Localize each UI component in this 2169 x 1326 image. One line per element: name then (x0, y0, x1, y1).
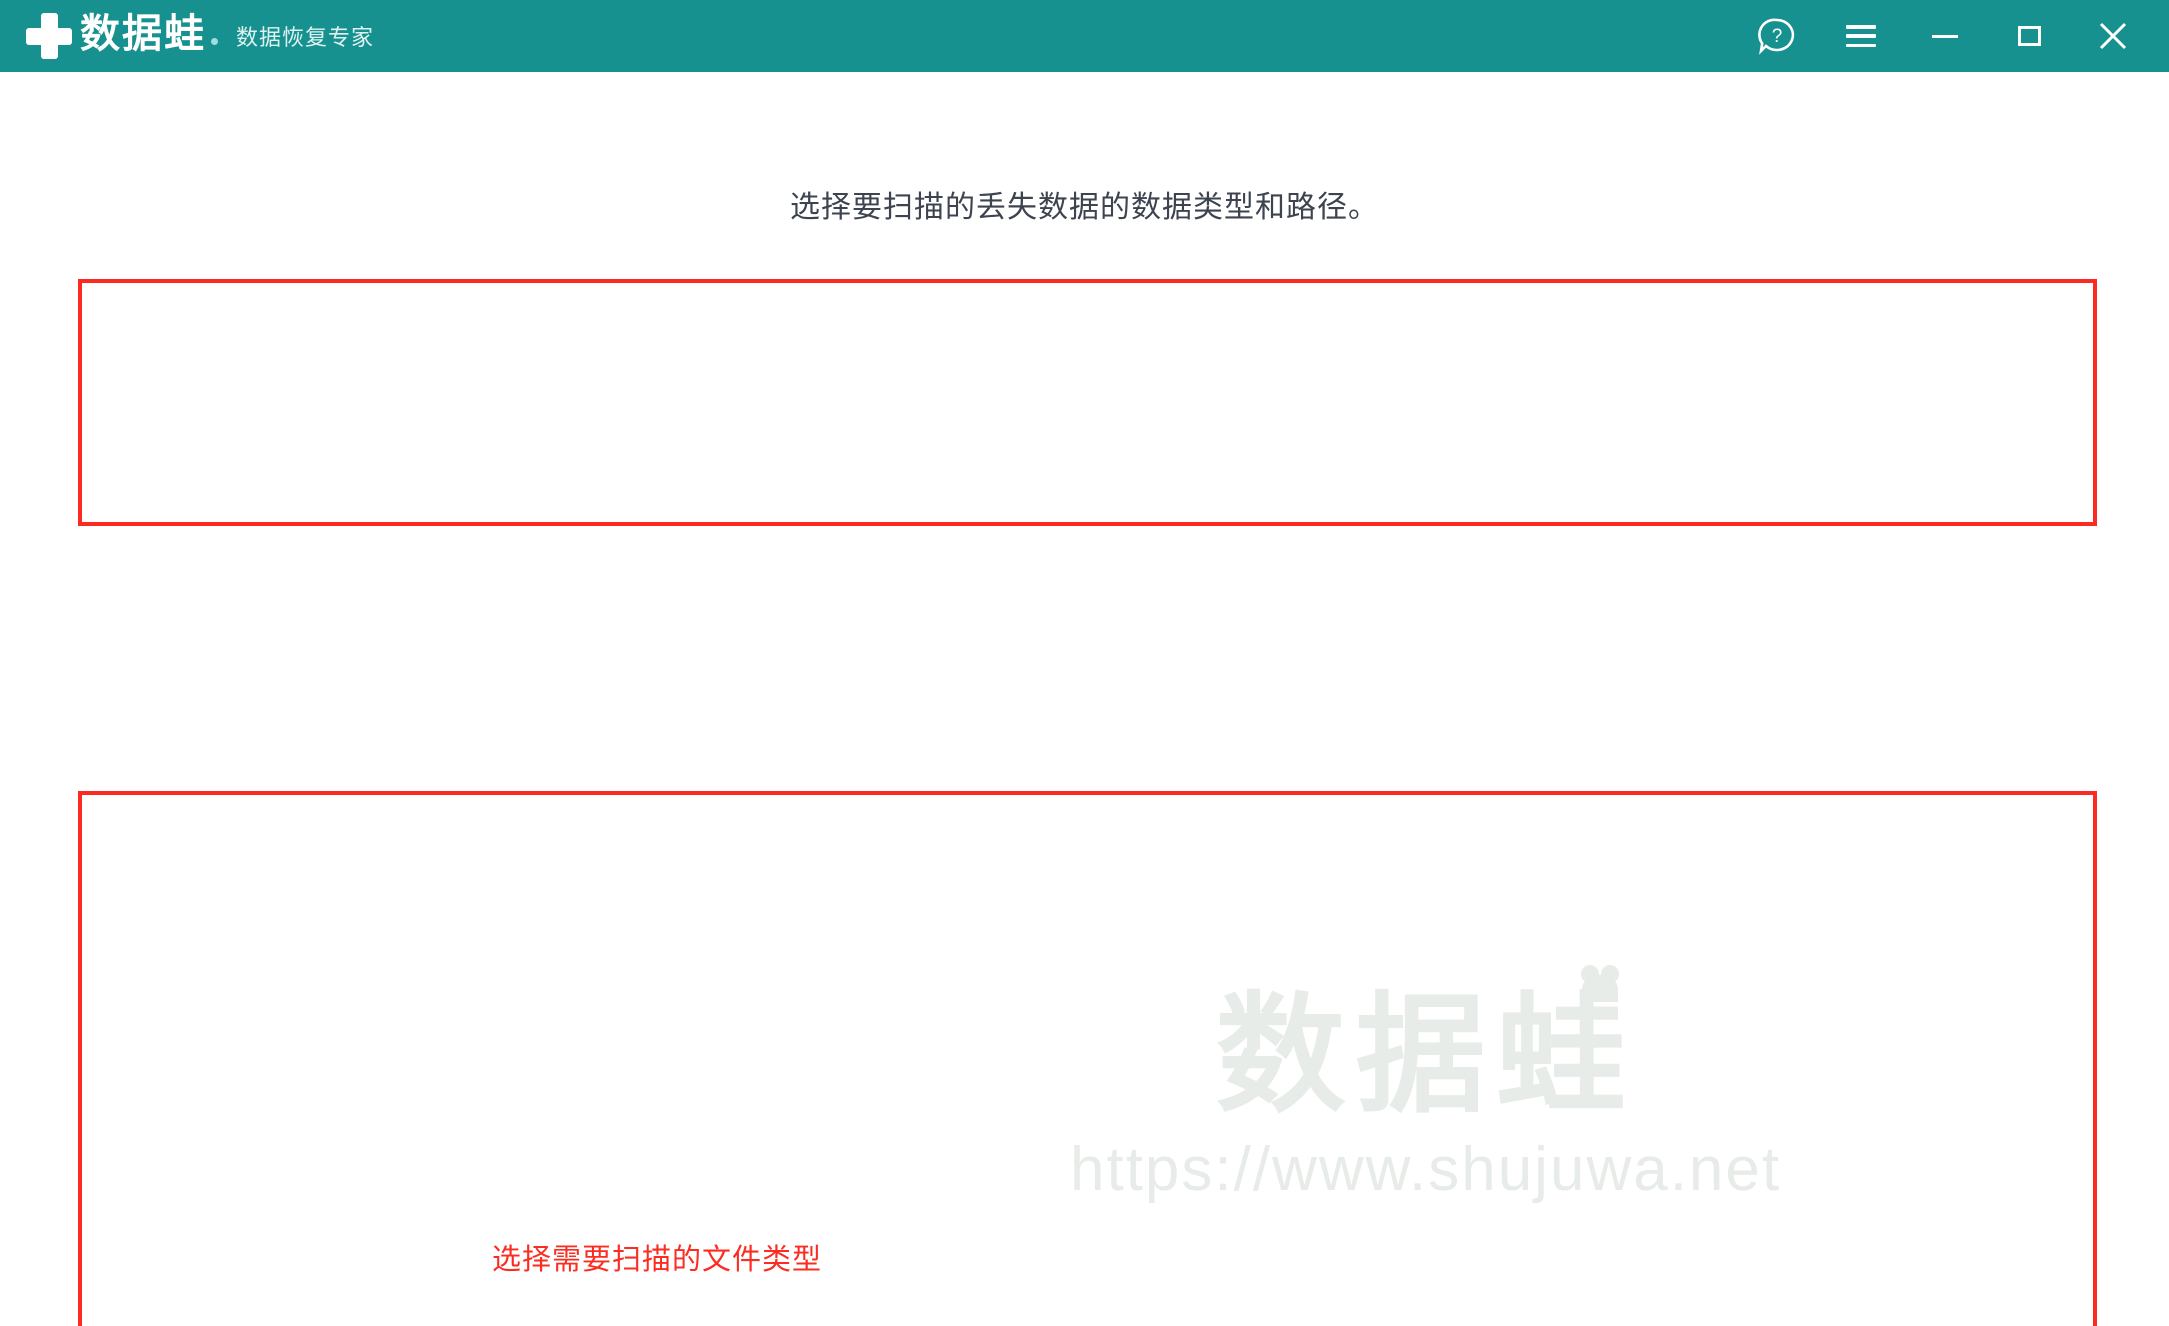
window-controls: ? (1755, 14, 2135, 58)
hamburger-icon (1846, 25, 1876, 47)
help-icon: ? (1758, 18, 1795, 55)
help-button[interactable]: ? (1755, 14, 1799, 58)
page-title: 选择要扫描的丢失数据的数据类型和路径。 (790, 191, 1379, 224)
app-subtitle: 数据恢复专家 (236, 25, 375, 50)
svg-text:?: ? (1772, 26, 1783, 47)
maximize-icon (2017, 26, 2041, 46)
maximize-button[interactable] (2007, 14, 2051, 58)
menu-button[interactable] (1839, 14, 1883, 58)
logo-text: 数据蛙 (80, 12, 206, 56)
title-bar: 数据蛙 数据恢复专家 ? (0, 0, 2169, 72)
app-logo: 数据蛙 (24, 11, 218, 61)
cross-logo-icon (24, 11, 74, 61)
annotation-text-file-types: 选择需要扫描的文件类型 (492, 1244, 823, 1276)
minimize-button[interactable] (1923, 14, 1967, 58)
annotation-box-file-types (78, 279, 2097, 526)
close-button[interactable] (2091, 14, 2135, 58)
app-window: 数据蛙 https://www.shujuwa.net 数据蛙 数据恢复专家 ? (0, 0, 2169, 1326)
minimize-icon (1932, 34, 1958, 38)
close-icon (2099, 22, 2127, 50)
logo-dot-icon (211, 38, 218, 45)
